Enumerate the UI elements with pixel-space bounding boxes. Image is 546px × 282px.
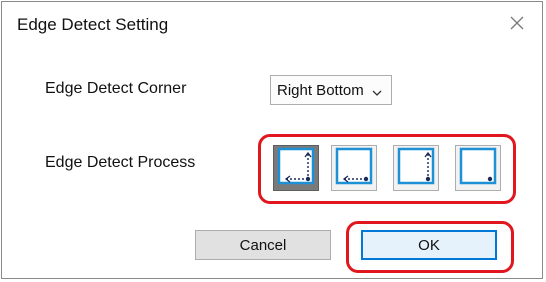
cancel-button[interactable]: Cancel — [195, 230, 331, 260]
edge-process-3-icon — [396, 146, 436, 191]
edge-detect-corner-label: Edge Detect Corner — [45, 80, 187, 97]
edge-detect-corner-select[interactable]: Right Bottom — [270, 75, 392, 105]
edge-detect-corner-value: Right Bottom — [277, 81, 364, 99]
edge-process-2-icon — [334, 146, 374, 191]
dialog-title: Edge Detect Setting — [17, 15, 169, 34]
edge-process-4-icon — [458, 146, 498, 191]
edge-process-1-icon — [276, 146, 316, 191]
edge-detect-process-label: Edge Detect Process — [45, 154, 196, 171]
edge-process-option-1[interactable] — [273, 145, 319, 191]
close-icon[interactable] — [506, 12, 528, 34]
edge-process-option-4[interactable] — [455, 145, 501, 191]
edge-process-option-3[interactable] — [393, 145, 439, 191]
chevron-down-icon — [371, 85, 383, 102]
ok-button[interactable]: OK — [361, 230, 497, 260]
edge-process-option-2[interactable] — [331, 145, 377, 191]
